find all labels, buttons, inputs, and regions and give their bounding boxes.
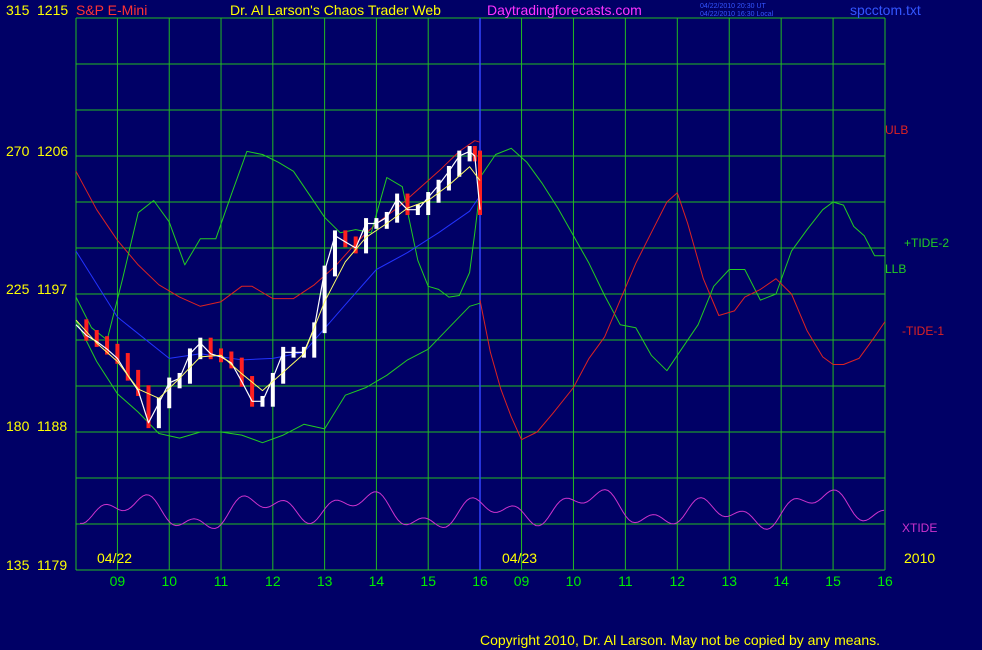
x-tick-label: 15 xyxy=(825,573,841,589)
x-tick-label: 13 xyxy=(721,573,737,589)
x-tick-label: 11 xyxy=(618,573,633,589)
y-label-left-180: 180 xyxy=(6,418,30,434)
legend-plus-tide-2: +TIDE-2 xyxy=(904,236,949,250)
x-tick-label: 14 xyxy=(369,573,385,589)
chaos-chart: 09 10 11 12 13 14 15 16 09 10 11 12 13 14 15 16 315 121… xyxy=(0,0,982,650)
legend-ulb: ULB xyxy=(885,123,908,137)
y-label-left-270: 270 xyxy=(6,143,30,159)
y-top-label-right: 1215 xyxy=(37,2,68,18)
x-tick-label: 13 xyxy=(317,573,333,589)
date-label-day2: 04/23 xyxy=(502,550,537,566)
y-label-left-135: 135 xyxy=(6,557,30,573)
x-tick-label: 16 xyxy=(472,573,488,589)
legend-llb: LLB xyxy=(885,262,906,276)
chart-title: Dr. Al Larson's Chaos Trader Web xyxy=(230,2,441,18)
copyright: Copyright 2010, Dr. Al Larson. May not b… xyxy=(480,632,880,648)
x-tick-label: 15 xyxy=(420,573,436,589)
instrument-label: S&P E-Mini xyxy=(76,2,147,18)
y-label-left-225: 225 xyxy=(6,281,30,297)
x-tick-label: 10 xyxy=(161,573,177,589)
y-label-right-1206: 1206 xyxy=(37,143,68,159)
x-tick-label: 14 xyxy=(773,573,789,589)
timestamp-ut: 04/22/2010 20:30 UT xyxy=(700,3,766,10)
y-label-right-1179: 1179 xyxy=(37,557,67,573)
y-label-right-1197: 1197 xyxy=(37,281,67,297)
y-top-label-left: 315 xyxy=(6,2,30,18)
y-label-right-1188: 1188 xyxy=(37,418,67,434)
timestamp-local: 04/22/2010 16:30 Local xyxy=(700,11,774,18)
file-label: spcctom.txt xyxy=(850,2,921,18)
x-tick-label: 09 xyxy=(110,573,126,589)
year-label: 2010 xyxy=(904,550,935,566)
x-tick-label: 12 xyxy=(265,573,281,589)
legend-xtide: XTIDE xyxy=(902,521,937,535)
x-tick-label: 09 xyxy=(514,573,530,589)
x-tick-label: 16 xyxy=(877,573,893,589)
site-label: Daytradingforecasts.com xyxy=(487,2,642,18)
chart-background xyxy=(0,0,982,650)
x-tick-label: 11 xyxy=(214,573,229,589)
date-label-day1: 04/22 xyxy=(97,550,132,566)
x-tick-label: 12 xyxy=(670,573,686,589)
legend-minus-tide-1: -TIDE-1 xyxy=(902,324,944,338)
x-tick-label: 10 xyxy=(566,573,582,589)
